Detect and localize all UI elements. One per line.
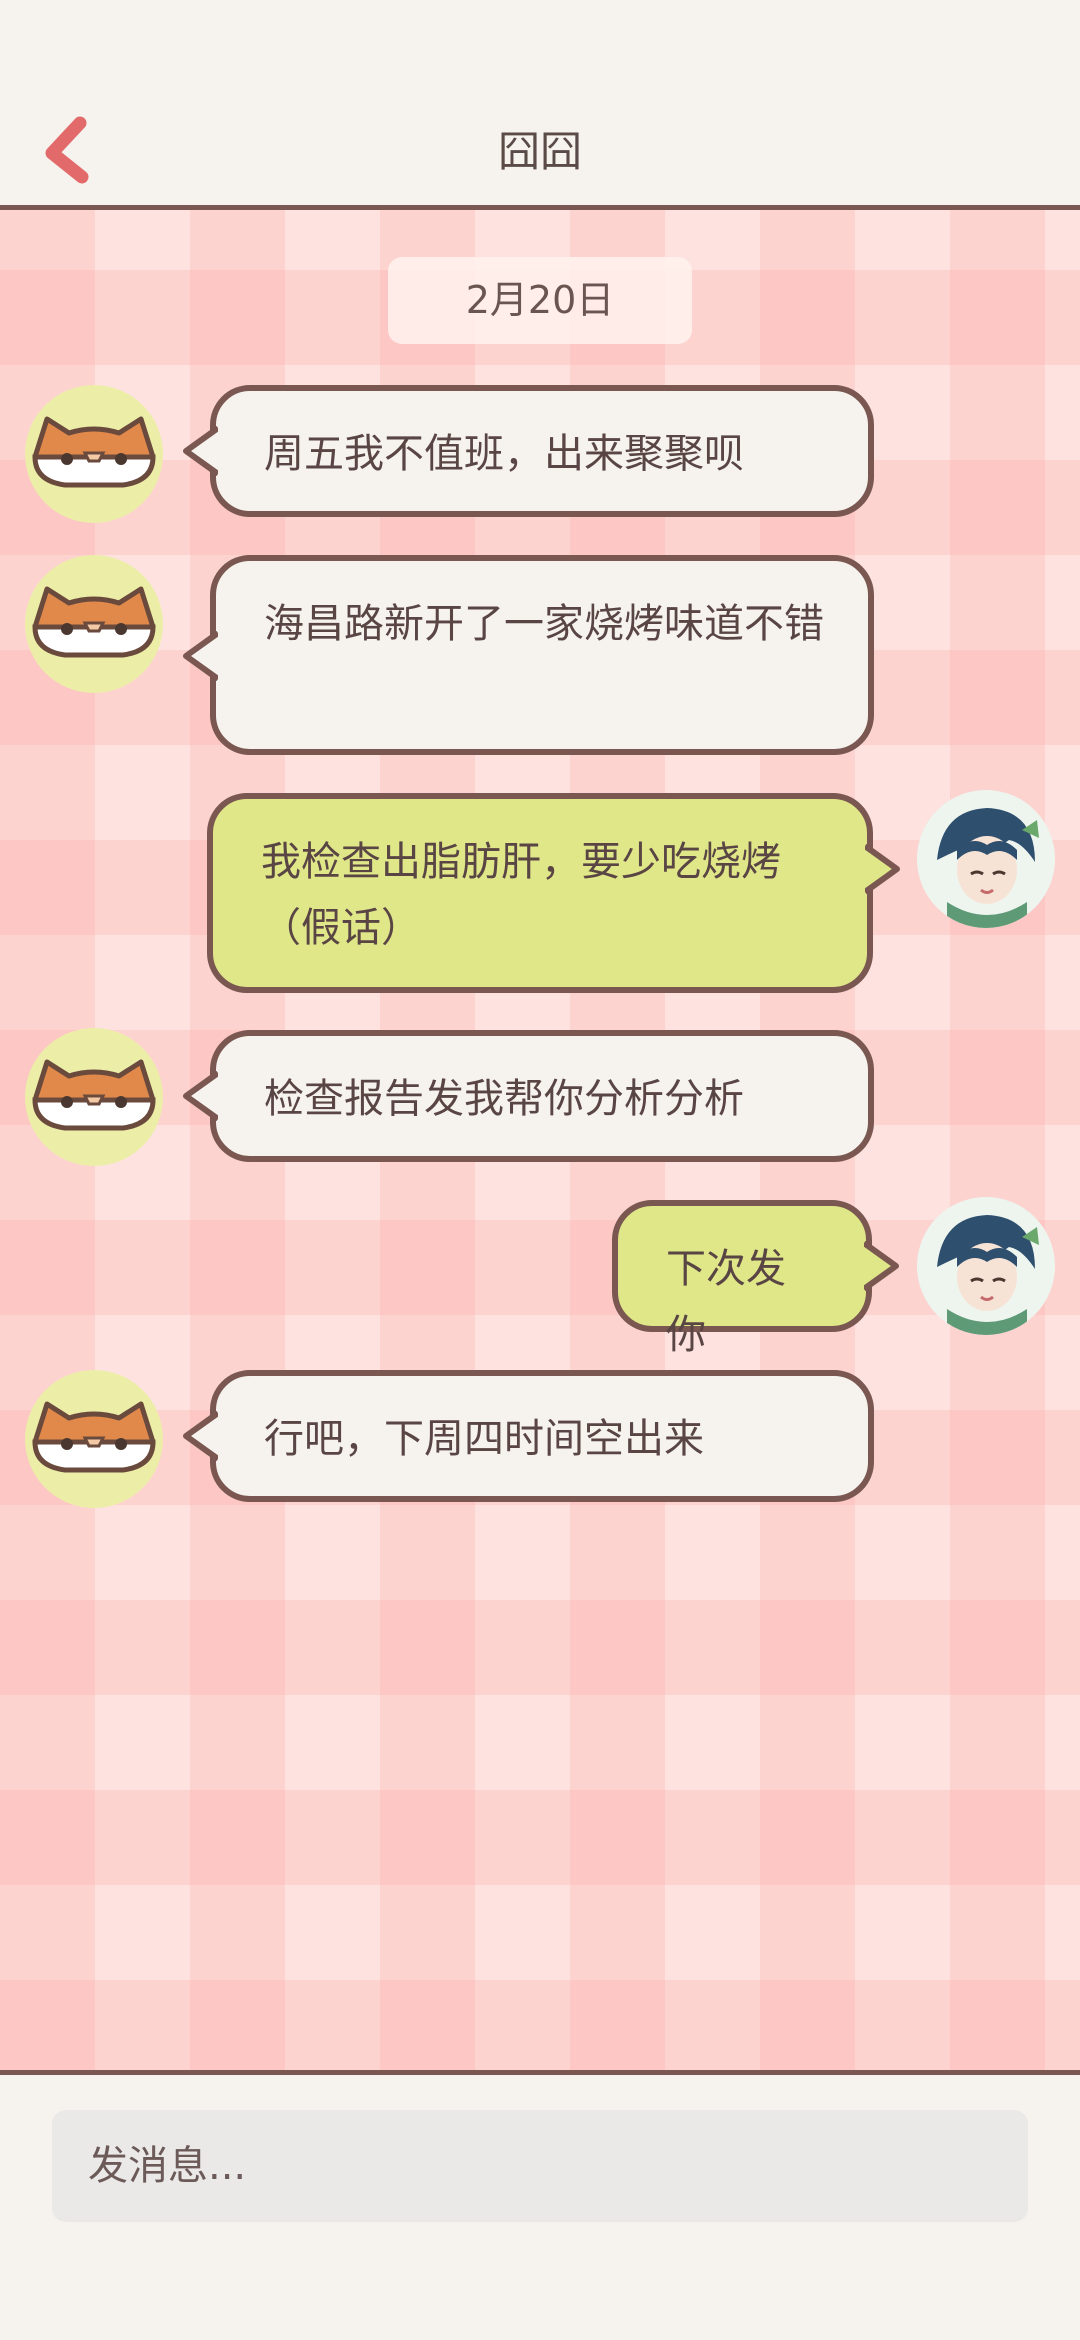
message-bubble-incoming[interactable]: 行吧，下周四时间空出来 (183, 1370, 874, 1502)
message-text: 行吧，下周四时间空出来 (264, 1416, 704, 1462)
message-bubble-outgoing[interactable]: 我检查出脂肪肝，要少吃烧烤（假话） (207, 793, 900, 993)
message-bubble-outgoing[interactable]: 下次发你 (612, 1200, 899, 1358)
bubble-tail (864, 1241, 899, 1291)
message-text: 检查报告发我帮你分析分析 (264, 1076, 744, 1122)
message-bubble-incoming[interactable]: 周五我不值班，出来聚聚呗 (183, 385, 874, 517)
date-divider: 2月20日 (388, 257, 692, 344)
bubble-tail (183, 631, 218, 681)
input-bar: 发消息... (0, 2070, 1080, 2340)
cat-face-icon (32, 586, 156, 658)
user-portrait-icon (917, 1197, 1055, 1335)
user-portrait-icon (917, 790, 1055, 928)
my-avatar[interactable] (917, 1197, 1055, 1335)
bubble-tail (183, 1411, 218, 1461)
cat-face-icon (32, 416, 156, 488)
bubble-tail (865, 844, 900, 894)
contact-avatar[interactable] (25, 385, 163, 523)
bubble-tail (183, 426, 218, 476)
message-text: 海昌路新开了一家烧烤味道不错 (264, 601, 824, 647)
message-input[interactable]: 发消息... (52, 2110, 1028, 2222)
contact-avatar[interactable] (25, 1028, 163, 1166)
cat-face-icon (32, 1059, 156, 1131)
contact-avatar[interactable] (25, 555, 163, 693)
bubble-tail (183, 1071, 218, 1121)
top-bar: 囧囧 (0, 0, 1080, 210)
message-text: 周五我不值班，出来聚聚呗 (264, 431, 744, 477)
message-text: 我检查出脂肪肝，要少吃烧烤（假话） (261, 839, 781, 951)
cat-face-icon (32, 1401, 156, 1473)
message-text: 下次发你 (666, 1246, 786, 1358)
chat-title: 囧囧 (497, 127, 582, 176)
message-bubble-incoming[interactable]: 海昌路新开了一家烧烤味道不错 (183, 555, 874, 755)
message-list[interactable]: 2月20日 周五我不值班，出来聚聚呗 海昌路新开了一家烧烤味道不错 我检查出脂肪… (0, 210, 1080, 2075)
contact-avatar[interactable] (25, 1370, 163, 1508)
message-bubble-incoming[interactable]: 检查报告发我帮你分析分析 (183, 1030, 874, 1162)
my-avatar[interactable] (917, 790, 1055, 928)
